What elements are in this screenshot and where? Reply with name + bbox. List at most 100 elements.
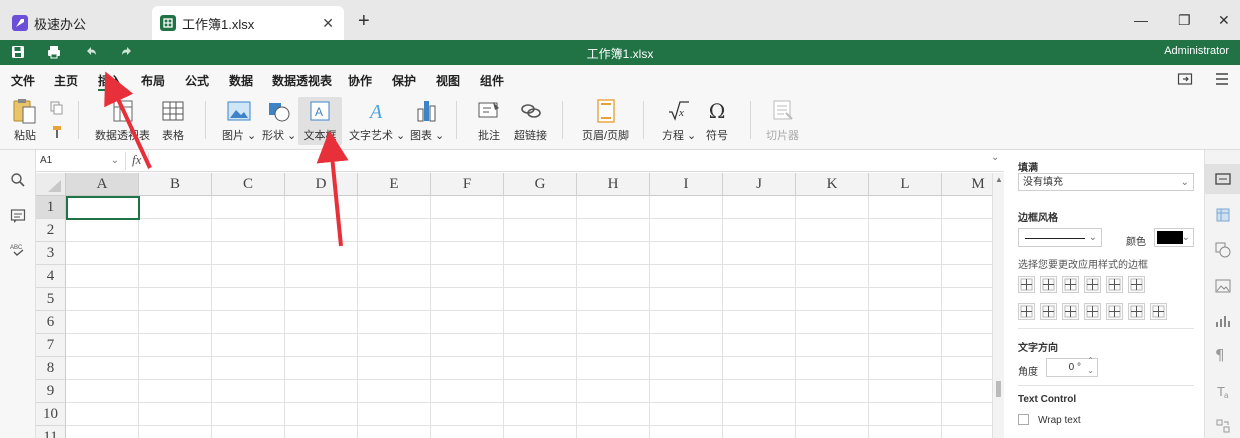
equation-button[interactable]: x 方程 ⌄ (662, 99, 696, 143)
menu-collab[interactable]: 协作 (348, 72, 372, 89)
formula-input[interactable] (152, 152, 982, 170)
row-header-9[interactable]: 9 (36, 380, 66, 403)
symbol-button[interactable]: Ω 符号 (706, 99, 728, 143)
user-name[interactable]: Administrator (1164, 45, 1229, 57)
slicer-button[interactable]: 切片器 (766, 99, 799, 143)
paste-button[interactable]: 粘贴 (12, 99, 38, 143)
column-header-k[interactable]: K (796, 173, 869, 196)
row-header-7[interactable]: 7 (36, 334, 66, 357)
tab-home[interactable]: 极速办公 (0, 6, 150, 40)
bottom-border-button[interactable] (1150, 303, 1167, 320)
table-button[interactable]: 表格 (161, 99, 185, 143)
menu-formula[interactable]: 公式 (185, 72, 209, 89)
image-button[interactable]: 图片 ⌄ (222, 99, 256, 143)
row-header-1[interactable]: 1 (36, 196, 66, 219)
diagonal-down-button[interactable] (1128, 276, 1145, 293)
textbox-button[interactable]: A 文本框 (298, 97, 342, 145)
column-header-h[interactable]: H (577, 173, 650, 196)
hamburger-menu-icon[interactable] (1214, 72, 1230, 86)
chart-settings-icon[interactable] (1215, 313, 1231, 329)
diagonal-up-button[interactable] (1106, 276, 1123, 293)
new-tab-button[interactable]: + (358, 10, 370, 33)
fill-select[interactable]: 没有填充 ⌄ (1018, 173, 1194, 191)
close-tab-icon[interactable]: ✕ (322, 15, 334, 32)
hyperlink-button[interactable]: 超链接 (514, 99, 547, 143)
expand-formula-icon[interactable]: ⌄ (991, 152, 999, 163)
paragraph-icon[interactable]: ¶ (1215, 346, 1231, 364)
menu-protect[interactable]: 保护 (392, 72, 416, 89)
table-settings-icon[interactable] (1215, 207, 1231, 223)
border-title: 边框风格 (1018, 213, 1058, 224)
select-all-corner[interactable] (36, 173, 66, 196)
comment-panel-icon[interactable] (10, 208, 26, 224)
open-location-icon[interactable] (1177, 71, 1193, 87)
close-window-icon[interactable]: ✕ (1218, 12, 1230, 29)
tab-workbook[interactable]: 工作簿1.xlsx ✕ (152, 6, 344, 40)
top-border-button[interactable] (1106, 303, 1123, 320)
row-header-2[interactable]: 2 (36, 219, 66, 242)
row-header-3[interactable]: 3 (36, 242, 66, 265)
column-header-b[interactable]: B (139, 173, 212, 196)
text-art-settings-icon[interactable]: Ta (1215, 383, 1231, 399)
border-style-select[interactable]: ⌄ (1018, 228, 1102, 247)
scrollbar-thumb[interactable] (996, 381, 1001, 397)
center-vertical-button[interactable] (1062, 303, 1079, 320)
chart-button[interactable]: 图表 ⌄ (410, 99, 444, 143)
inner-borders-button[interactable] (1040, 276, 1057, 293)
spreadsheet-grid[interactable]: ABCDEFGHIJKLM 1 2 3 4 5 6 7 8 9 10 11 (36, 173, 992, 438)
inner-vertical-button[interactable] (1040, 303, 1057, 320)
row-header-8[interactable]: 8 (36, 357, 66, 380)
name-box[interactable]: A1 ⌄ (36, 152, 126, 170)
menu-file[interactable]: 文件 (11, 72, 35, 89)
angle-input[interactable]: 0 ° ⌃ ⌄ (1046, 356, 1098, 377)
column-header-j[interactable]: J (723, 173, 796, 196)
wordart-button[interactable]: A 文字艺术 ⌄ (349, 99, 405, 143)
row-header-6[interactable]: 6 (36, 311, 66, 334)
inner-cross-button[interactable] (1062, 276, 1079, 293)
column-header-d[interactable]: D (285, 173, 358, 196)
format-painter-icon[interactable] (50, 125, 64, 139)
all-borders-button[interactable] (1018, 276, 1035, 293)
selected-cell[interactable] (66, 196, 140, 220)
row-header-11[interactable]: 11 (36, 426, 66, 438)
row-header-10[interactable]: 10 (36, 403, 66, 426)
row-header-5[interactable]: 5 (36, 288, 66, 311)
vertical-scrollbar[interactable]: ▲ (992, 173, 1004, 438)
menu-home[interactable]: 主页 (54, 72, 78, 89)
menu-pivot[interactable]: 数据透视表 (272, 72, 332, 89)
cell-settings-icon[interactable] (1215, 171, 1231, 187)
header-footer-button[interactable]: 页眉/页脚 (582, 99, 629, 143)
right-border-button[interactable] (1084, 303, 1101, 320)
wrap-text-checkbox[interactable] (1018, 414, 1029, 425)
fx-icon[interactable]: fx (132, 152, 141, 168)
pivot-table-button[interactable]: 数据透视表 (95, 99, 150, 143)
inner-horizontal-button[interactable] (1128, 303, 1145, 320)
search-icon[interactable] (10, 172, 26, 188)
column-header-g[interactable]: G (504, 173, 577, 196)
image-settings-icon[interactable] (1215, 278, 1231, 294)
shape-button[interactable]: 形状 ⌄ (262, 99, 296, 143)
menu-insert[interactable]: 插入 (98, 72, 122, 89)
column-header-i[interactable]: I (650, 173, 723, 196)
restore-icon[interactable]: ❐ (1178, 12, 1191, 29)
comment-button[interactable]: 批注 (477, 99, 501, 143)
spellcheck-icon[interactable]: ABC (9, 242, 27, 258)
column-header-a[interactable]: A (66, 173, 139, 196)
menu-components[interactable]: 组件 (480, 72, 504, 89)
column-header-m[interactable]: M (942, 173, 992, 196)
menu-layout[interactable]: 布局 (141, 72, 165, 89)
menu-data[interactable]: 数据 (229, 72, 253, 89)
pivot-settings-icon[interactable] (1215, 418, 1231, 434)
minimize-icon[interactable]: — (1134, 12, 1148, 28)
shape-settings-icon[interactable] (1215, 242, 1231, 258)
column-header-c[interactable]: C (212, 173, 285, 196)
left-border-button[interactable] (1018, 303, 1035, 320)
menu-view[interactable]: 视图 (436, 72, 460, 89)
column-header-l[interactable]: L (869, 173, 942, 196)
border-color-picker[interactable]: ⌄ (1154, 228, 1194, 247)
row-header-4[interactable]: 4 (36, 265, 66, 288)
column-header-e[interactable]: E (358, 173, 431, 196)
outer-border-button[interactable] (1084, 276, 1101, 293)
column-header-f[interactable]: F (431, 173, 504, 196)
copy-icon[interactable] (50, 101, 64, 115)
